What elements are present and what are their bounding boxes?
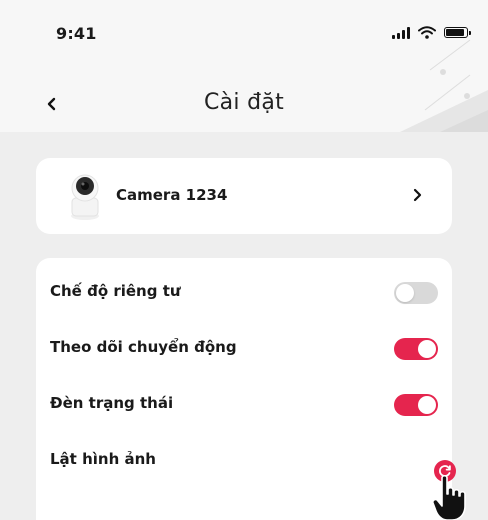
battery-icon bbox=[444, 27, 471, 38]
setting-label-flip: Lật hình ảnh bbox=[50, 450, 156, 468]
status-time: 9:41 bbox=[56, 24, 97, 43]
setting-row-status-light: Đèn trạng thái bbox=[36, 378, 452, 434]
page-title: Cài đặt bbox=[203, 90, 285, 115]
camera-device-icon bbox=[71, 174, 99, 220]
setting-label-privacy: Chế độ riêng tư bbox=[50, 282, 181, 300]
status-icons bbox=[392, 26, 471, 39]
status-light-toggle[interactable] bbox=[394, 394, 438, 416]
setting-label-status-light: Đèn trạng thái bbox=[50, 394, 174, 412]
setting-row-flip: Lật hình ảnh bbox=[36, 434, 452, 490]
setting-row-privacy: Chế độ riêng tư bbox=[36, 266, 452, 322]
forward-chevron-icon bbox=[413, 188, 422, 202]
setting-row-motion: Theo dõi chuyển động bbox=[36, 322, 452, 378]
setting-label-motion: Theo dõi chuyển động bbox=[50, 338, 237, 356]
motion-toggle[interactable] bbox=[394, 338, 438, 360]
device-card[interactable]: Camera 1234 bbox=[36, 158, 452, 234]
settings-card: Chế độ riêng tư Theo dõi chuyển động Đèn… bbox=[36, 258, 466, 520]
privacy-toggle[interactable] bbox=[394, 282, 438, 304]
device-name: Camera 1234 bbox=[116, 186, 228, 204]
signal-icon bbox=[392, 26, 410, 39]
wifi-icon bbox=[418, 26, 436, 39]
hand-cursor-icon bbox=[432, 474, 466, 520]
status-bar: 9:41 bbox=[0, 0, 488, 64]
